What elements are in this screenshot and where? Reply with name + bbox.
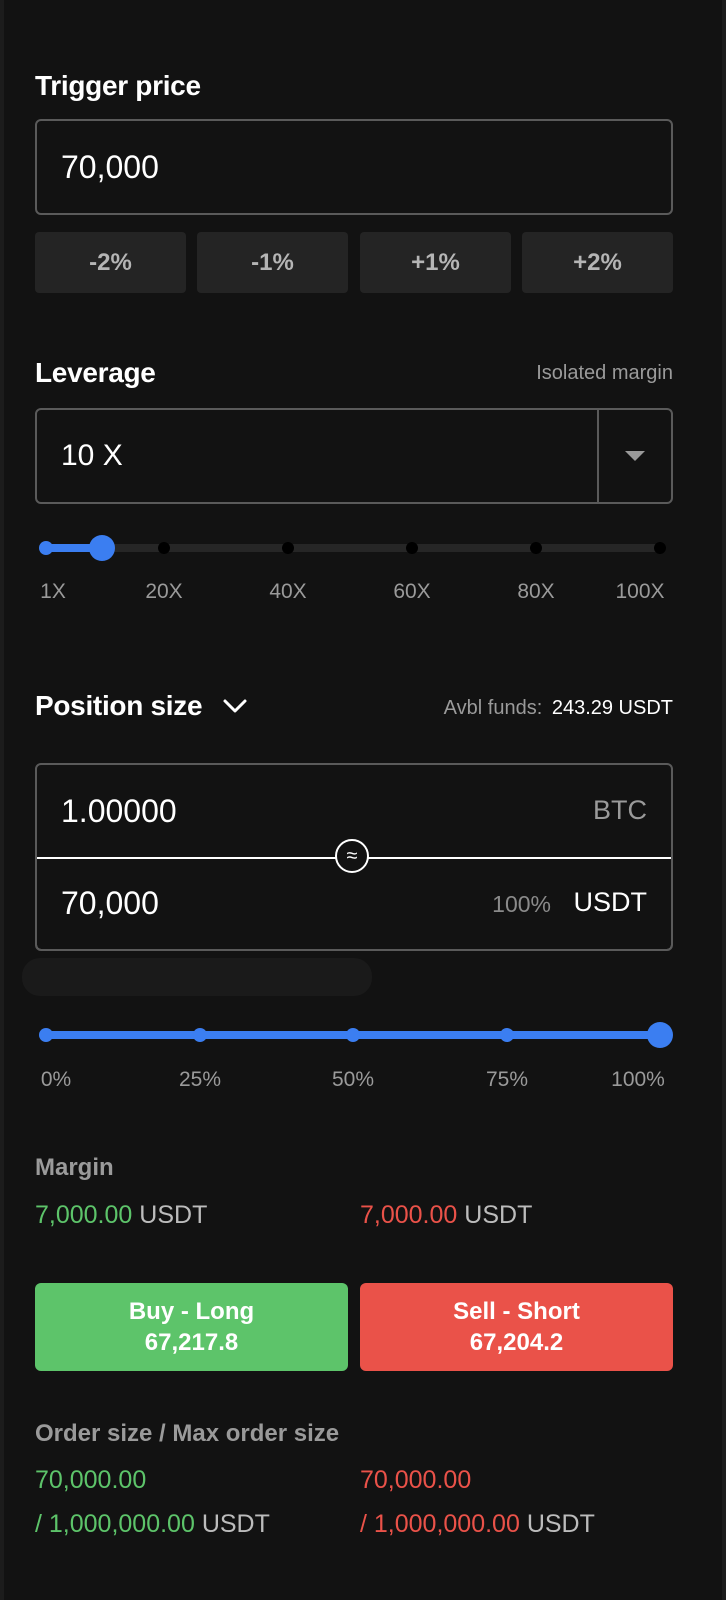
- position-size-label: Position size: [35, 690, 203, 721]
- available-funds: Avbl funds: 243.29 USDT: [444, 697, 673, 720]
- order-size-short-max: / 1,000,000.00 USDT: [360, 1510, 595, 1539]
- order-size-short-max-amount: / 1,000,000.00: [360, 1510, 520, 1538]
- position-tick: 25%: [178, 1068, 222, 1091]
- leverage-select[interactable]: 10 X: [35, 408, 673, 504]
- leverage-tick: 40X: [269, 580, 307, 603]
- leverage-tick: 80X: [517, 580, 555, 603]
- approx-equal-icon: ≈: [335, 839, 369, 873]
- leverage-stop-100x[interactable]: [654, 542, 666, 554]
- position-tick: 100%: [611, 1068, 665, 1091]
- margin-long-unit: USDT: [139, 1201, 208, 1229]
- buy-long-price: 67,217.8: [144, 1329, 239, 1356]
- margin-mode-link[interactable]: Isolated margin: [536, 362, 673, 385]
- leverage-stop-60x[interactable]: [406, 542, 418, 554]
- leverage-stop-80x[interactable]: [530, 542, 542, 554]
- leverage-stop-20x[interactable]: [158, 542, 170, 554]
- margin-short: 7,000.00 USDT: [360, 1201, 532, 1230]
- position-stop-0[interactable]: [39, 1028, 53, 1042]
- leverage-tick: 20X: [145, 580, 183, 603]
- order-size-long-max-amount: / 1,000,000.00: [35, 1510, 195, 1538]
- left-edge: [0, 0, 4, 1600]
- leverage-stop-1x[interactable]: [39, 541, 53, 555]
- order-size-label: Order size / Max order size: [35, 1420, 340, 1447]
- sell-short-label: Sell - Short: [453, 1298, 580, 1325]
- leverage-tick: 100X: [615, 580, 665, 603]
- leverage-tick: 60X: [393, 580, 431, 603]
- order-size-long-max: / 1,000,000.00 USDT: [35, 1510, 270, 1539]
- avbl-funds-value: 243.29 USDT: [551, 697, 673, 719]
- minus-2-percent-button[interactable]: -2%: [35, 232, 186, 293]
- margin-long: 7,000.00 USDT: [35, 1201, 207, 1230]
- trigger-price-field[interactable]: [35, 119, 673, 215]
- sell-short-button[interactable]: Sell - Short 67,204.2: [360, 1283, 673, 1371]
- quantity-value: 1.00000: [61, 793, 177, 829]
- order-size-short-unit: USDT: [526, 1510, 595, 1538]
- leverage-tick: 1X: [40, 580, 66, 603]
- position-size-toggle[interactable]: Position size: [35, 690, 248, 722]
- position-stop-75[interactable]: [500, 1028, 514, 1042]
- position-tick: 0%: [40, 1068, 72, 1091]
- position-stop-25[interactable]: [193, 1028, 207, 1042]
- order-size-short-value: 70,000.00: [360, 1466, 471, 1495]
- leverage-value: 10 X: [61, 439, 123, 472]
- trigger-price-label: Trigger price: [35, 70, 201, 101]
- caret-down-icon: [625, 451, 645, 461]
- position-tick: 50%: [331, 1068, 375, 1091]
- dropdown-button[interactable]: [599, 410, 671, 502]
- buy-long-button[interactable]: Buy - Long 67,217.8: [35, 1283, 348, 1371]
- order-size-long-amount: 70,000.00: [35, 1466, 147, 1494]
- sell-short-price: 67,204.2: [469, 1329, 564, 1356]
- position-tick: 75%: [485, 1068, 529, 1091]
- leverage-track[interactable]: [46, 544, 660, 552]
- trigger-price-input[interactable]: [61, 121, 505, 213]
- right-edge: [722, 0, 726, 1600]
- order-size-long-unit: USDT: [201, 1510, 270, 1538]
- order-size-long-value: 70,000.00: [35, 1466, 146, 1495]
- position-slider-handle[interactable]: [647, 1022, 673, 1048]
- quantity-unit: BTC: [593, 795, 647, 825]
- notional-unit: USDT: [573, 887, 648, 917]
- leverage-label: Leverage: [35, 357, 156, 388]
- leverage-slider-handle[interactable]: [89, 535, 115, 561]
- margin-short-unit: USDT: [464, 1201, 533, 1229]
- buy-long-label: Buy - Long: [128, 1298, 255, 1325]
- plus-2-percent-button[interactable]: +2%: [522, 232, 673, 293]
- minus-1-percent-button[interactable]: -1%: [197, 232, 348, 293]
- notional-percent: 100%: [492, 891, 551, 917]
- notional-value: 70,000: [61, 885, 159, 921]
- chevron-down-icon: [223, 699, 247, 713]
- order-size-short-amount: 70,000.00: [360, 1466, 472, 1494]
- redaction-mark: [22, 958, 372, 996]
- margin-short-value: 7,000.00: [360, 1201, 458, 1229]
- plus-1-percent-button[interactable]: +1%: [360, 232, 511, 293]
- leverage-stop-40x[interactable]: [282, 542, 294, 554]
- margin-long-value: 7,000.00: [35, 1201, 133, 1229]
- avbl-funds-label: Avbl funds:: [443, 697, 543, 719]
- position-stop-50[interactable]: [346, 1028, 360, 1042]
- margin-label: Margin: [35, 1154, 114, 1181]
